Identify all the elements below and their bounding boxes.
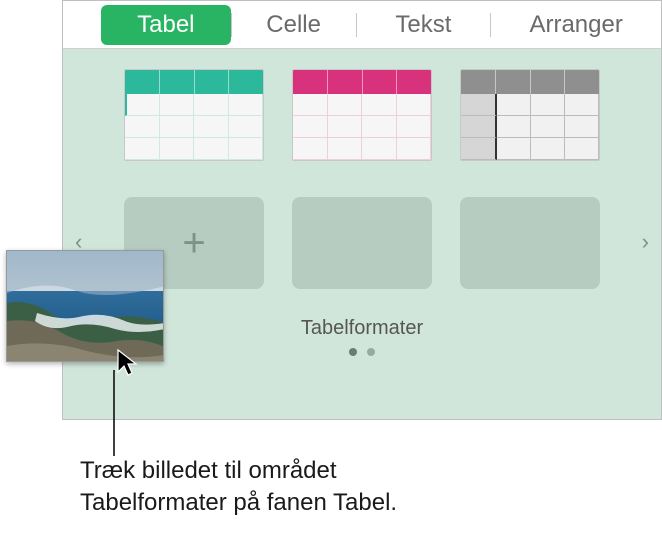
- page-dot-2[interactable]: [367, 348, 375, 356]
- empty-style-slot[interactable]: [460, 197, 600, 289]
- styles-nav-next[interactable]: ›: [642, 229, 649, 255]
- table-style-teal[interactable]: [124, 69, 264, 161]
- table-styles-panel: ‹ ›: [63, 49, 661, 419]
- callout-line-2: Tabelformater på fanen Tabel.: [80, 489, 397, 516]
- tab-celle[interactable]: Celle: [232, 5, 356, 45]
- table-style-magenta[interactable]: [292, 69, 432, 161]
- tab-bar: Tabel Celle Tekst Arranger: [63, 1, 661, 49]
- table-style-gray[interactable]: [460, 69, 600, 161]
- callout-line-1: Træk billedet til området: [80, 457, 337, 484]
- tab-tabel[interactable]: Tabel: [101, 5, 231, 45]
- tabbar-lead-spacer: [63, 1, 101, 48]
- coastal-photo-icon: [7, 251, 164, 362]
- table-style-presets: [63, 57, 661, 169]
- empty-style-slot[interactable]: [292, 197, 432, 289]
- callout-caption: Træk billedet til området Tabelformater …: [80, 455, 560, 520]
- page-dot-1[interactable]: [349, 348, 357, 356]
- plus-icon: +: [182, 223, 205, 263]
- tab-tekst[interactable]: Tekst: [357, 5, 491, 45]
- dragged-image-thumbnail[interactable]: [6, 250, 164, 362]
- tab-arranger[interactable]: Arranger: [491, 5, 661, 45]
- callout-leader-line: [110, 370, 130, 465]
